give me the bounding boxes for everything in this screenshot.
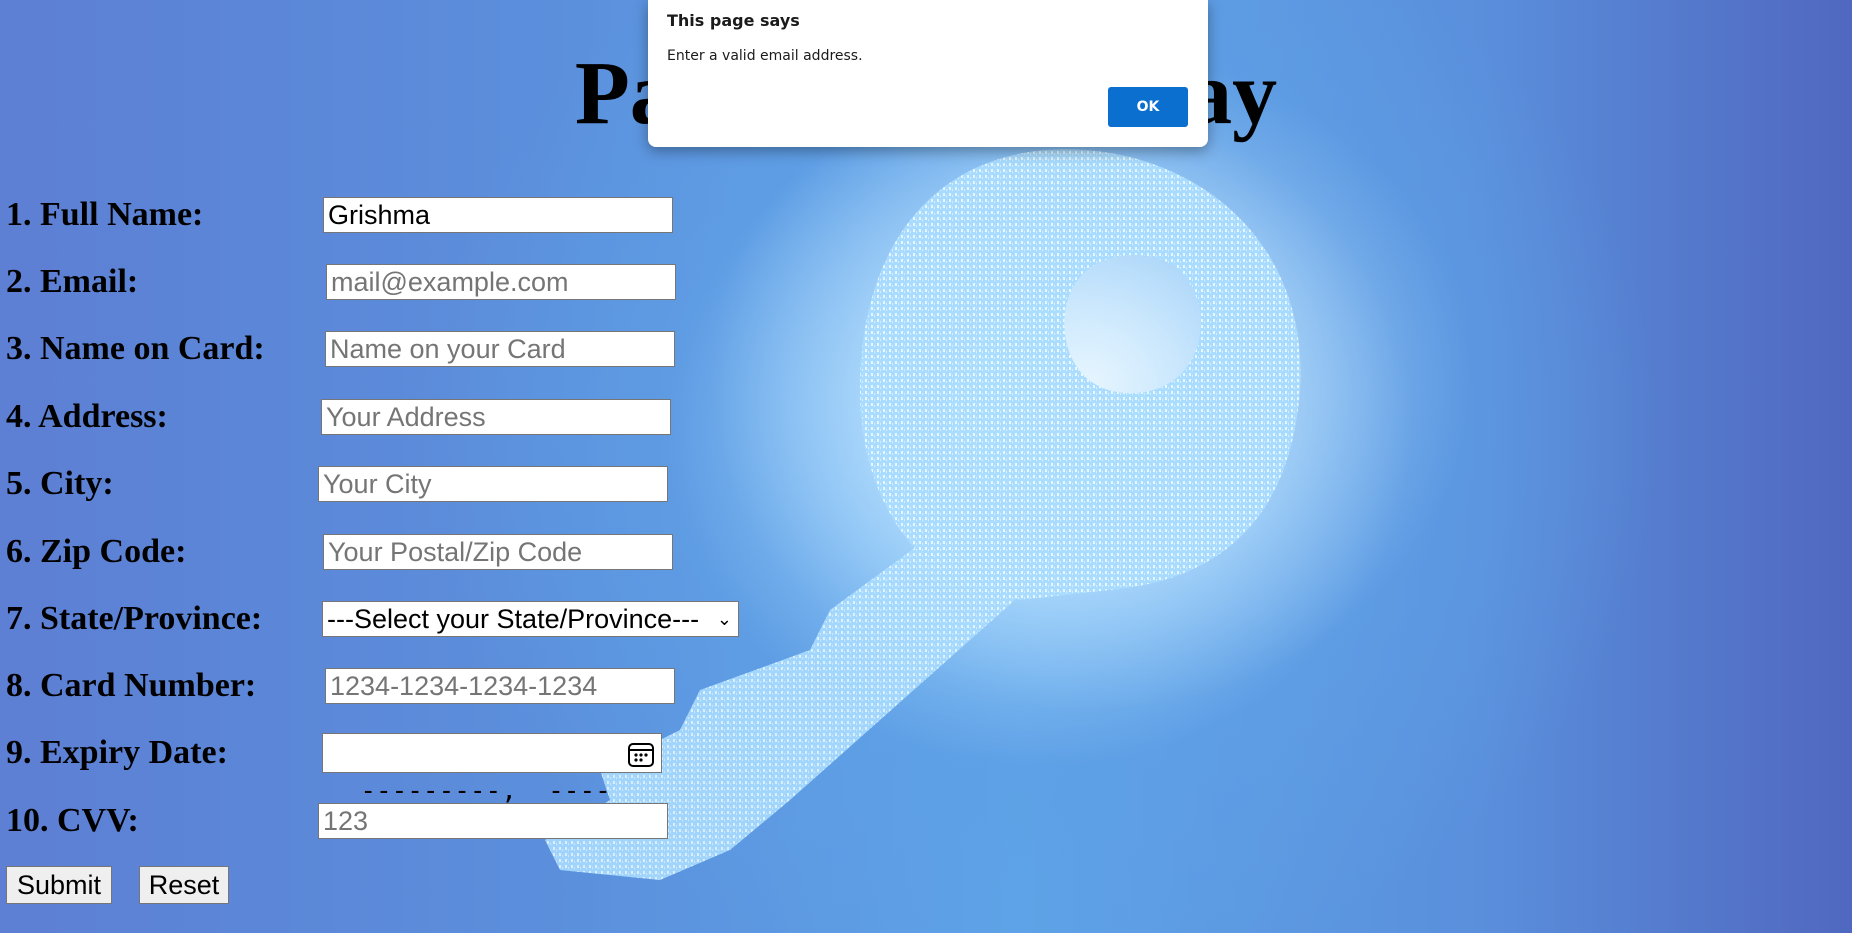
full-name-input[interactable] [323, 197, 673, 233]
state-select-value: ---Select your State/Province--- [327, 604, 700, 634]
dialog-title: This page says [667, 11, 800, 30]
expiry-date-label: 9. Expiry Date: [6, 734, 228, 771]
full-name-label: 1. Full Name: [6, 196, 204, 233]
address-label: 4. Address: [6, 398, 168, 435]
zip-code-input[interactable] [323, 534, 673, 570]
card-number-label: 8. Card Number: [6, 667, 257, 704]
card-number-input[interactable] [325, 668, 675, 704]
name-on-card-input[interactable] [325, 331, 675, 367]
city-label: 5. City: [6, 465, 114, 502]
expiry-date-input[interactable]: ---------, ---- [322, 733, 662, 806]
address-input[interactable] [321, 399, 671, 435]
submit-button[interactable]: Submit [6, 866, 112, 904]
name-on-card-label: 3. Name on Card: [6, 330, 265, 367]
reset-button[interactable]: Reset [139, 866, 229, 904]
state-label: 7. State/Province: [6, 600, 263, 637]
alert-dialog: This page says Enter a valid email addre… [648, 0, 1208, 147]
dialog-message: Enter a valid email address. [667, 48, 863, 64]
chevron-down-icon: ⌄ [716, 609, 732, 629]
calendar-icon[interactable] [627, 740, 655, 768]
cvv-input[interactable] [318, 803, 668, 839]
expiry-date-value: ---------, ---- [360, 776, 611, 806]
cvv-label: 10. CVV: [6, 802, 139, 839]
zip-code-label: 6. Zip Code: [6, 533, 187, 570]
email-input[interactable] [326, 264, 676, 300]
city-input[interactable] [318, 466, 668, 502]
ok-button[interactable]: OK [1108, 87, 1188, 127]
state-select[interactable]: ---Select your State/Province--- ⌄ [322, 601, 739, 637]
email-label: 2. Email: [6, 263, 139, 300]
